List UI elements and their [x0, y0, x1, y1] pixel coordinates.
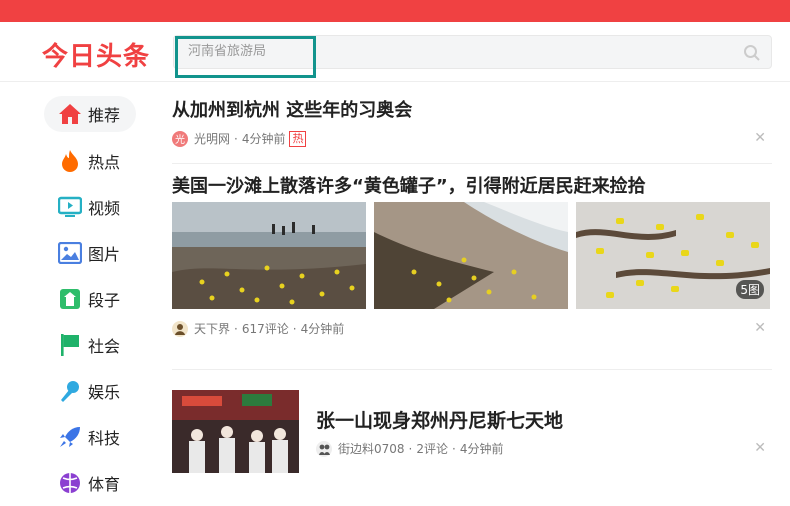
sidebar-item-label: 段子: [88, 291, 121, 310]
sidebar-item-video[interactable]: 视频: [44, 184, 136, 230]
sidebar-item-label: 热点: [88, 153, 121, 172]
sidebar-item-label: 图片: [88, 245, 121, 264]
meta-separator: ·: [452, 441, 456, 456]
dismiss-icon[interactable]: ✕: [754, 440, 766, 456]
home-icon: [58, 102, 82, 126]
sidebar-item-label: 视频: [88, 199, 121, 218]
source-name[interactable]: 街边料0708: [338, 440, 405, 457]
image-icon: [58, 241, 82, 265]
search-highlight-box: [175, 36, 316, 78]
article-card[interactable]: 从加州到杭州 这些年的习奥会 光 光明网 · 4分钟前 热 ✕: [172, 86, 772, 164]
sidebar-item-images[interactable]: 图片: [44, 230, 136, 276]
source-avatar[interactable]: [172, 320, 188, 337]
publish-time: 4分钟前: [241, 132, 286, 146]
comment-count[interactable]: 617评论: [242, 320, 289, 337]
search-icon[interactable]: [743, 44, 761, 62]
flag-icon: [58, 333, 82, 357]
sports-icon: [58, 471, 82, 495]
meta-separator: ·: [234, 321, 238, 336]
header: 今日头条: [0, 22, 790, 82]
sidebar-item-tech[interactable]: 科技: [44, 414, 136, 460]
article-image[interactable]: [374, 202, 568, 309]
article-image[interactable]: 5图: [576, 202, 770, 309]
source-avatar[interactable]: 光: [172, 130, 188, 147]
article-title[interactable]: 从加州到杭州 这些年的习奥会: [172, 96, 412, 122]
sidebar-item-label: 推荐: [88, 106, 121, 125]
comment-count[interactable]: 2评论: [416, 440, 448, 457]
image-count-badge: 5图: [736, 280, 764, 299]
article-image-row: 5图: [172, 202, 770, 309]
source-name[interactable]: 光明网: [194, 130, 230, 147]
article-meta: 街边料0708 · 2评论 · 4分钟前: [316, 440, 503, 457]
logo[interactable]: 今日头条: [42, 36, 150, 73]
flame-icon: [58, 149, 82, 173]
dismiss-icon[interactable]: ✕: [754, 320, 766, 336]
source-name[interactable]: 天下界: [194, 320, 230, 337]
sidebar-item-society[interactable]: 社会: [44, 322, 136, 368]
sidebar-item-hot[interactable]: 热点: [44, 138, 136, 184]
sidebar-item-jokes[interactable]: 段子: [44, 276, 136, 322]
sidebar-item-label: 科技: [88, 429, 121, 448]
article-meta: 光 光明网 · 4分钟前 热: [172, 130, 307, 147]
article-card[interactable]: 美国一沙滩上散落许多“黄色罐子”，引得附近居民赶来捡拾 5图 天下界 · 617…: [172, 172, 772, 370]
source-avatar[interactable]: [316, 440, 332, 457]
sidebar-item-label: 社会: [88, 337, 121, 356]
video-icon: [58, 195, 82, 219]
publish-time: 4分钟前: [300, 322, 345, 336]
top-red-bar: [0, 0, 790, 22]
article-title[interactable]: 美国一沙滩上散落许多“黄色罐子”，引得附近居民赶来捡拾: [172, 172, 646, 198]
microphone-icon: [58, 379, 82, 403]
meta-separator: ·: [234, 131, 238, 146]
hot-badge: 热: [289, 130, 307, 147]
meta-separator: ·: [408, 441, 413, 456]
sidebar-item-label: 娱乐: [88, 383, 121, 402]
article-title[interactable]: 张一山现身郑州丹尼斯七天地: [316, 406, 563, 433]
article-card[interactable]: 张一山现身郑州丹尼斯七天地 街边料0708 · 2评论 · 4分钟前 ✕: [172, 390, 772, 480]
sidebar: 推荐 热点 视频 图片 段子 社会 娱乐 科技 体育: [44, 96, 136, 506]
sidebar-item-sports[interactable]: 体育: [44, 460, 136, 506]
rocket-icon: [58, 425, 82, 449]
dismiss-icon[interactable]: ✕: [754, 130, 766, 146]
sidebar-item-label: 体育: [88, 475, 121, 494]
publish-time: 4分钟前: [459, 442, 504, 456]
article-meta: 天下界 · 617评论 · 4分钟前: [172, 320, 344, 337]
sidebar-item-recommend[interactable]: 推荐: [44, 96, 136, 132]
article-image[interactable]: [172, 202, 366, 309]
jokes-icon: [58, 287, 82, 311]
article-thumbnail[interactable]: [172, 390, 299, 473]
meta-separator: ·: [292, 321, 297, 336]
news-feed: 从加州到杭州 这些年的习奥会 光 光明网 · 4分钟前 热 ✕ 美国一沙滩上散落…: [172, 86, 772, 480]
sidebar-item-entertainment[interactable]: 娱乐: [44, 368, 136, 414]
